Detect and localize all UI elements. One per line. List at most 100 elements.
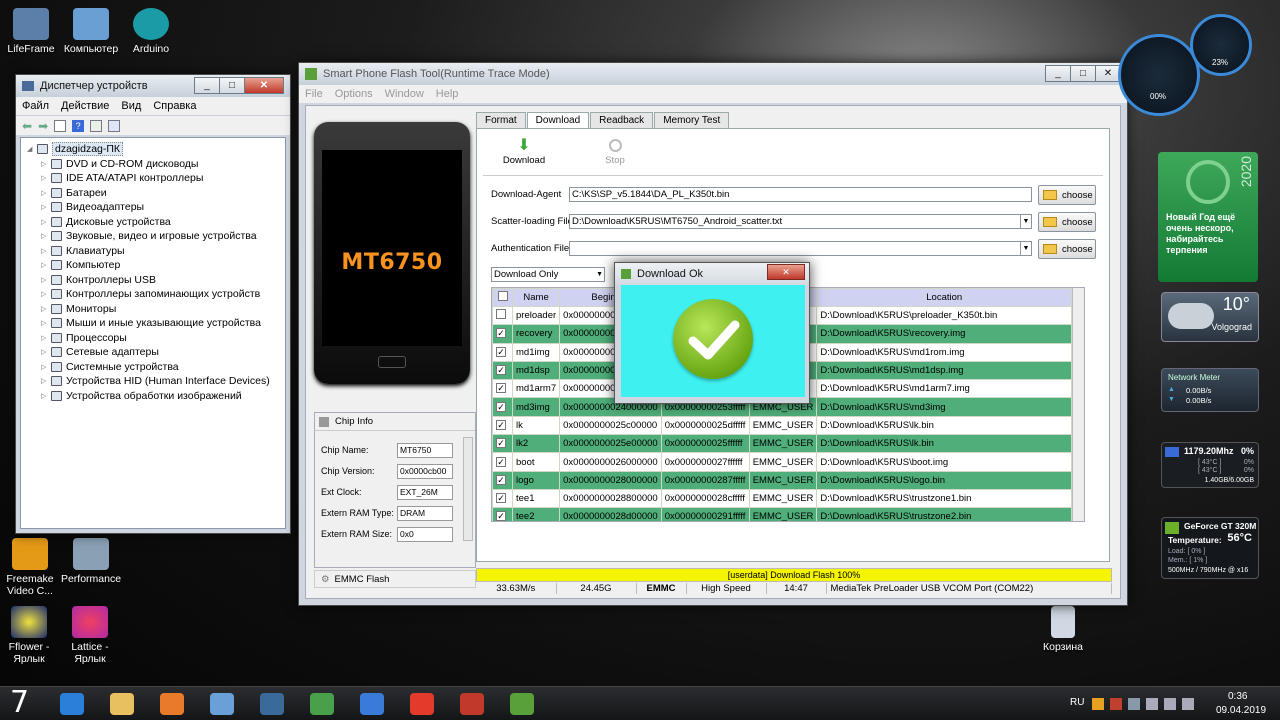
expand-arrow-icon[interactable]: ▷ xyxy=(41,319,51,327)
row-location[interactable]: D:\Download\K5RUS\md1rom.img xyxy=(816,342,1072,362)
tree-item[interactable]: ▷ Устройства обработки изображений xyxy=(27,389,279,404)
gpu-meter-gadget[interactable]: GeForce GT 320M Temperature: 56°C Load: … xyxy=(1161,517,1259,579)
row-checkbox[interactable]: ✓ xyxy=(492,488,513,509)
usb-tool-icon[interactable] xyxy=(300,689,344,719)
menu-help[interactable]: Справка xyxy=(153,100,196,112)
auth-dropdown-arrow-icon[interactable]: ▼ xyxy=(1020,242,1031,255)
download-action[interactable]: ⬇ Download xyxy=(499,137,549,166)
language-indicator[interactable]: RU xyxy=(1070,697,1084,708)
device-manager-titlebar[interactable]: Диспетчер устройств _ □ ✕ xyxy=(16,75,290,97)
clock-time[interactable]: 0:36 xyxy=(1228,691,1247,702)
tree-item[interactable]: ▷ Батареи xyxy=(27,186,279,201)
row-checkbox[interactable]: ✓ xyxy=(492,379,513,399)
tree-item[interactable]: ▷ Дисковые устройства xyxy=(27,215,279,230)
tray-power-icon[interactable] xyxy=(1146,698,1158,710)
expand-arrow-icon[interactable]: ▷ xyxy=(41,189,51,197)
close-button[interactable]: ✕ xyxy=(244,77,284,94)
menu-action[interactable]: Действие xyxy=(61,100,109,112)
row-location[interactable]: D:\Download\K5RUS\recovery.img xyxy=(816,324,1072,344)
table-row[interactable]: ✓ tee1 0x0000000028800000 0x0000000028cffff… xyxy=(492,488,1072,509)
menu-help[interactable]: Help xyxy=(436,88,459,100)
download-agent-field[interactable]: C:\KS\SP_v5.1844\DA_PL_K350t.bin xyxy=(569,187,1032,202)
auth-field[interactable] xyxy=(569,241,1032,256)
row-checkbox[interactable]: ✓ xyxy=(492,324,513,344)
speedometer-gadget[interactable]: 00% 23% xyxy=(1116,12,1276,116)
download-agent-choose-button[interactable]: choose xyxy=(1038,185,1096,205)
maximize-button[interactable]: □ xyxy=(219,77,245,94)
tree-item[interactable]: ▷ IDE ATA/ATAPI контроллеры xyxy=(27,171,279,186)
row-location[interactable]: D:\Download\K5RUS\trustzone2.bin xyxy=(816,507,1072,521)
tree-item[interactable]: ▷ Видеоадаптеры xyxy=(27,200,279,215)
help-icon[interactable]: ? xyxy=(72,119,85,132)
table-row[interactable]: ✓ logo 0x0000000028000000 0x00000000287ffff… xyxy=(492,470,1072,490)
tree-item[interactable]: ▷ Системные устройства xyxy=(27,360,279,375)
tree-item[interactable]: ▷ Мониторы xyxy=(27,302,279,317)
browser-icon[interactable] xyxy=(250,689,294,719)
yandex-icon[interactable] xyxy=(400,689,444,719)
countdown-gadget[interactable]: 2020 Новый Год ещё очень нескоро, набира… xyxy=(1158,152,1258,282)
col-location[interactable]: Location xyxy=(816,288,1072,307)
scan-hardware-icon[interactable] xyxy=(108,119,121,132)
row-checkbox[interactable]: ✓ xyxy=(492,360,513,381)
row-location[interactable]: D:\Download\K5RUS\md1dsp.img xyxy=(816,360,1072,381)
expand-arrow-icon[interactable]: ▷ xyxy=(41,247,51,255)
tab-format[interactable]: Format xyxy=(476,112,526,128)
desktop-icon-performance[interactable]: Performance xyxy=(56,538,126,585)
expand-arrow-icon[interactable]: ▷ xyxy=(41,334,51,342)
expand-arrow-icon[interactable]: ▷ xyxy=(41,174,51,182)
row-checkbox[interactable]: ✓ xyxy=(492,415,513,436)
tree-root[interactable]: ◢ dzagidzag-ПК xyxy=(27,142,279,157)
paint-icon[interactable] xyxy=(200,689,244,719)
table-row[interactable]: ✓ lk2 0x0000000025e00000 0x0000000025ffffff… xyxy=(492,434,1072,454)
expand-arrow-icon[interactable]: ▷ xyxy=(41,290,51,298)
tree-item[interactable]: ▷ Клавиатуры xyxy=(27,244,279,259)
tray-volume-icon[interactable] xyxy=(1182,698,1194,710)
expand-arrow-icon[interactable]: ▷ xyxy=(41,363,51,371)
table-row[interactable]: ✓ tee2 0x0000000028d00000 0x00000000291ffff… xyxy=(492,507,1072,521)
row-location[interactable]: D:\Download\K5RUS\trustzone1.bin xyxy=(816,488,1072,509)
menu-file[interactable]: File xyxy=(305,88,323,100)
row-checkbox[interactable]: ✓ xyxy=(492,507,513,521)
tree-item[interactable]: ▷ Компьютер xyxy=(27,258,279,273)
expand-arrow-icon[interactable]: ▷ xyxy=(41,276,51,284)
tree-item[interactable]: ▷ DVD и CD-ROM дисководы xyxy=(27,157,279,172)
forward-arrow-icon[interactable]: ➡ xyxy=(38,119,48,133)
expand-arrow-icon[interactable]: ▷ xyxy=(41,392,51,400)
row-location[interactable]: D:\Download\K5RUS\preloader_K350t.bin xyxy=(816,305,1072,326)
tab-memory-test[interactable]: Memory Test xyxy=(654,112,730,128)
clock-date[interactable]: 09.04.2019 xyxy=(1216,705,1266,716)
back-arrow-icon[interactable]: ⬅ xyxy=(22,119,32,133)
properties-icon[interactable] xyxy=(54,119,67,132)
tab-download[interactable]: Download xyxy=(526,112,590,128)
menu-options[interactable]: Options xyxy=(335,88,373,100)
tab-readback[interactable]: Readback xyxy=(590,112,654,128)
minimize-button[interactable]: _ xyxy=(1045,65,1071,82)
mode-select[interactable]: Download Only ▼ xyxy=(491,267,605,282)
maximize-button[interactable]: □ xyxy=(1070,65,1096,82)
table-row[interactable]: ✓ lk 0x0000000025c00000 0x0000000025dfffff E… xyxy=(492,415,1072,436)
tray-warning-icon[interactable] xyxy=(1092,698,1104,710)
tree-item[interactable]: ▷ Процессоры xyxy=(27,331,279,346)
select-all-checkbox[interactable] xyxy=(492,288,513,307)
update-driver-icon[interactable] xyxy=(90,119,103,132)
desktop-icon-arduino[interactable]: Arduino xyxy=(116,8,186,55)
flashtool-icon[interactable] xyxy=(500,689,544,719)
dialog-close-button[interactable]: ✕ xyxy=(767,264,805,280)
network-icon[interactable] xyxy=(350,689,394,719)
row-location[interactable]: D:\Download\K5RUS\lk.bin xyxy=(816,415,1072,436)
row-checkbox[interactable]: ✓ xyxy=(492,397,513,417)
tree-item[interactable]: ▷ Устройства HID (Human Interface Devices… xyxy=(27,374,279,389)
chip-info-scrollbar[interactable] xyxy=(463,437,473,541)
emmc-flash-tab[interactable]: ⚙ EMMC Flash xyxy=(314,570,476,588)
row-location[interactable]: D:\Download\K5RUS\logo.bin xyxy=(816,470,1072,490)
weather-gadget[interactable]: 10° Volgograd xyxy=(1161,292,1259,342)
menu-file[interactable]: Файл xyxy=(22,100,49,112)
row-location[interactable]: D:\Download\K5RUS\lk.bin xyxy=(816,434,1072,454)
tree-item[interactable]: ▷ Контроллеры запоминающих устройств xyxy=(27,287,279,302)
ie-icon[interactable] xyxy=(50,689,94,719)
row-checkbox[interactable]: ✓ xyxy=(492,470,513,490)
row-location[interactable]: D:\Download\K5RUS\md1arm7.img xyxy=(816,379,1072,399)
expand-arrow-icon[interactable]: ▷ xyxy=(41,160,51,168)
menu-window[interactable]: Window xyxy=(385,88,424,100)
network-meter-gadget[interactable]: Network Meter ▲ 0.00B/s ▼ 0.00B/s xyxy=(1161,368,1259,412)
